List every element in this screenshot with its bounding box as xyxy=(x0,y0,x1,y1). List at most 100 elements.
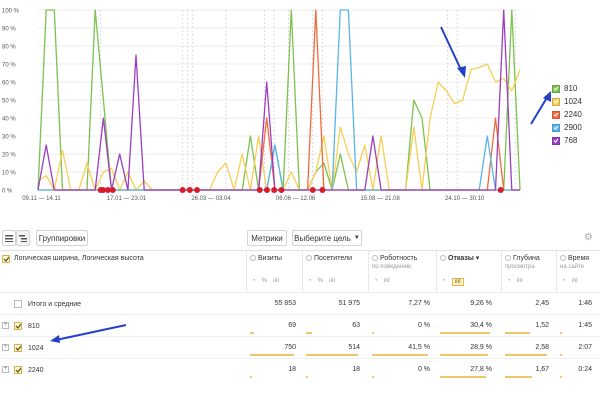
table-cell: 2,58 xyxy=(535,344,549,351)
legend-item-768[interactable]: 768 xyxy=(552,134,582,147)
cell-bar xyxy=(560,354,562,356)
x-tick-label: 26.03 — 03.04 xyxy=(191,196,231,202)
dimension-header-label: Логическая ширина, Логическая высота xyxy=(14,255,144,262)
column-header-1[interactable]: Визиты xyxy=(250,255,302,263)
table-cell: 69 xyxy=(288,322,296,329)
pie-icon[interactable]: ◔ xyxy=(507,278,511,284)
legend-item-1024[interactable]: 1024 xyxy=(552,95,582,108)
column-header-2[interactable]: Посетители xyxy=(306,255,366,263)
goal-select[interactable]: Выберите цель ▼ xyxy=(292,230,362,246)
cell-bar xyxy=(250,332,255,334)
expand-icon[interactable]: + xyxy=(2,344,9,351)
x-tick-label: 06.06 — 12.06 xyxy=(276,196,316,202)
column-view-icons: ◔ ılıl xyxy=(507,278,523,284)
y-tick-label: 80 % xyxy=(2,45,16,51)
legend-item-2240[interactable]: 2240 xyxy=(552,108,582,121)
expand-icon[interactable]: + xyxy=(2,322,9,329)
dimension-checkbox[interactable] xyxy=(2,255,10,263)
pie-icon[interactable]: ◔ xyxy=(562,278,566,284)
pie-icon[interactable]: ◔ xyxy=(252,278,256,284)
percent-icon[interactable]: % xyxy=(318,278,323,284)
row-checkbox[interactable] xyxy=(14,366,22,374)
event-marker xyxy=(109,187,116,193)
column-radio[interactable] xyxy=(440,255,446,261)
bars-icon[interactable]: ılıl xyxy=(384,278,390,284)
bars-icon[interactable]: ılıl xyxy=(451,278,464,286)
pie-icon[interactable]: ◔ xyxy=(308,278,312,284)
table-view-button[interactable] xyxy=(2,230,16,246)
y-tick-label: 10 % xyxy=(2,171,16,177)
x-tick-label: 15.08 — 21.08 xyxy=(360,196,400,202)
table-cell: 9,26 % xyxy=(470,300,492,307)
cell-bar xyxy=(372,376,374,378)
legend-item-810[interactable]: 810 xyxy=(552,82,582,95)
bars-icon[interactable]: ılıl xyxy=(517,278,523,284)
column-header-5[interactable]: Глубина просмотра xyxy=(505,255,555,271)
column-header-label: Посетители xyxy=(314,255,352,262)
checkmark-icon xyxy=(553,138,559,143)
table-cell: 55 853 xyxy=(274,300,296,307)
cell-bar xyxy=(372,354,428,356)
table-row[interactable]: +810 69 63 0 % 30,4 % 1,52 1:45 xyxy=(0,314,600,336)
legend-swatch xyxy=(552,97,560,106)
column-header-3[interactable]: Роботность по поведению xyxy=(372,255,436,271)
x-tick-label: 24.10 — 30.10 xyxy=(445,196,485,202)
tree-icon xyxy=(19,234,27,242)
column-view-icons: ◔ ılıl xyxy=(374,278,390,284)
tree-view-button[interactable] xyxy=(16,230,30,246)
table-cell: 41,5 % xyxy=(408,344,430,351)
checkmark-icon xyxy=(553,86,559,91)
metrics-button[interactable]: Метрики xyxy=(247,230,287,246)
table-row[interactable]: +1024 750 514 41,5 % 28,9 % 2,58 2:07 xyxy=(0,336,600,358)
column-radio[interactable] xyxy=(250,255,256,261)
pie-icon[interactable]: ◔ xyxy=(442,278,446,286)
column-radio[interactable] xyxy=(560,255,566,261)
bars-icon[interactable]: ılıl xyxy=(273,278,279,284)
y-tick-label: 90 % xyxy=(2,27,16,33)
table-header: Логическая ширина, Логическая высота Виз… xyxy=(0,250,600,292)
column-header-6[interactable]: Время на сайте xyxy=(560,255,598,271)
cell-bar xyxy=(250,354,294,356)
column-header-label: Время xyxy=(568,255,590,262)
table-cell: 27,8 % xyxy=(470,366,492,373)
pie-icon[interactable]: ◔ xyxy=(374,278,378,284)
legend-item-2900[interactable]: 2900 xyxy=(552,121,582,134)
percent-icon[interactable]: % xyxy=(262,278,267,284)
legend-swatch xyxy=(552,123,560,132)
chart-legend: 810 1024 2240 2900 768 xyxy=(552,82,582,147)
column-radio[interactable] xyxy=(306,255,312,261)
column-radio[interactable] xyxy=(505,255,511,261)
cell-bar xyxy=(505,332,530,334)
checkmark-icon xyxy=(15,323,21,329)
row-checkbox[interactable] xyxy=(14,300,22,308)
expand-icon[interactable]: + xyxy=(2,366,9,373)
table-cell: 1,52 xyxy=(535,322,549,329)
table-cell: 2:07 xyxy=(578,344,592,351)
table-cell: 0 % xyxy=(417,366,430,373)
y-tick-label: 70 % xyxy=(2,63,16,69)
bars-icon[interactable]: ılıl xyxy=(572,278,578,284)
totals-row[interactable]: Итого и средние 55 853 51 975 7,27 % 9,26 % 2… xyxy=(0,292,600,314)
column-view-icons: ◔% ılıl xyxy=(252,278,279,284)
column-separator xyxy=(436,251,437,292)
row-label-text: 1024 xyxy=(28,344,44,352)
column-header-label: Роботность xyxy=(380,255,418,262)
goal-select-label: Выберите цель xyxy=(294,233,351,243)
bars-icon[interactable]: ılıl xyxy=(329,278,335,284)
row-label: 1024 xyxy=(14,344,44,352)
row-checkbox[interactable] xyxy=(14,322,22,330)
column-radio[interactable] xyxy=(372,255,378,261)
column-header-sub: просмотра xyxy=(505,264,535,270)
gear-icon[interactable]: ⚙ xyxy=(584,233,594,243)
groupings-button[interactable]: Группировки xyxy=(36,230,88,246)
column-separator xyxy=(368,251,369,292)
column-header-label: Визиты xyxy=(258,255,282,262)
table-cell: 0:24 xyxy=(578,366,592,373)
event-marker xyxy=(497,187,504,193)
row-checkbox[interactable] xyxy=(14,344,22,352)
checkmark-icon xyxy=(15,345,21,351)
column-header-4[interactable]: Отказы ▾ xyxy=(440,255,498,263)
table-row[interactable]: +2240 18 18 0 % 27,8 % 1,67 0:24 xyxy=(0,358,600,380)
y-tick-label: 100 % xyxy=(2,9,20,15)
row-label-text: 2240 xyxy=(28,366,44,374)
